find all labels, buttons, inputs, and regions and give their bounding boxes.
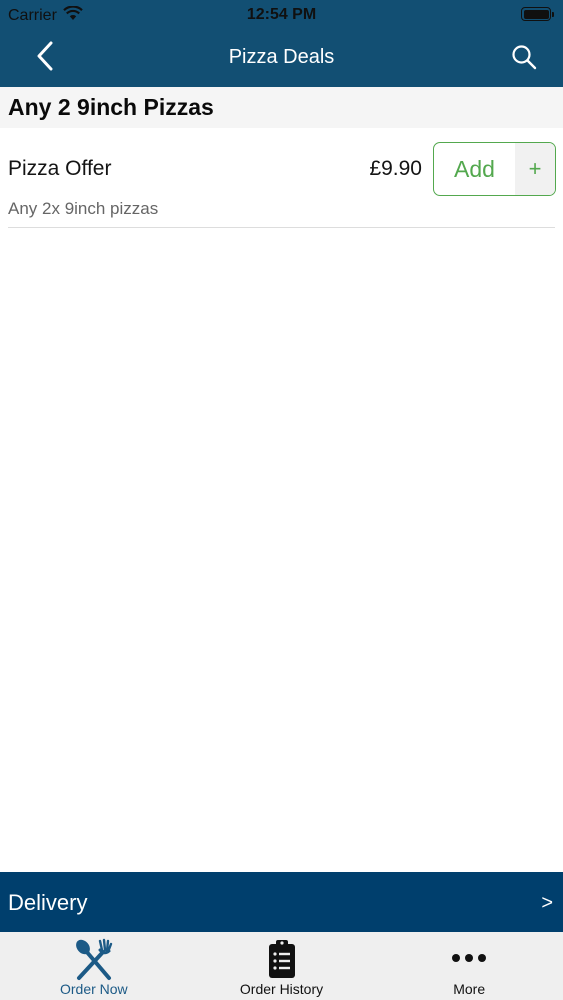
search-button[interactable] [507, 42, 541, 76]
add-to-order-button[interactable]: Add + [433, 142, 556, 196]
tab-order-now[interactable]: Order Now [0, 932, 188, 1000]
item-divider [8, 227, 555, 228]
section-title: Any 2 9inch Pizzas [8, 94, 214, 120]
section-header: Any 2 9inch Pizzas [0, 87, 563, 128]
tab-order-history[interactable]: Order History [188, 932, 376, 1000]
more-dots-icon [451, 950, 487, 968]
status-time: 12:54 PM [246, 6, 317, 23]
item-name: Pizza Offer [8, 157, 112, 180]
menu-item-row: Pizza Offer Any 2x 9inch pizzas £9.90 Ad… [0, 128, 563, 228]
tab-bar: Order Now Order History More [0, 932, 563, 1000]
delivery-bar[interactable]: Delivery > [0, 872, 563, 932]
clipboard-list-icon [267, 938, 297, 985]
add-button-label: Add [454, 155, 495, 182]
battery-icon [521, 7, 554, 21]
tab-label: More [453, 981, 486, 997]
utensils-icon [71, 938, 117, 987]
status-bar: Carrier 12:54 PM [0, 0, 563, 30]
item-description: Any 2x 9inch pizzas [8, 199, 159, 218]
chevron-right-icon: > [541, 892, 553, 914]
nav-bar: Pizza Deals [0, 30, 563, 87]
delivery-label: Delivery [8, 890, 88, 915]
page-title: Pizza Deals [228, 46, 335, 68]
plus-icon: + [515, 143, 555, 195]
tab-more[interactable]: More [375, 932, 563, 1000]
item-price: £9.90 [369, 157, 422, 180]
search-icon [511, 44, 537, 75]
